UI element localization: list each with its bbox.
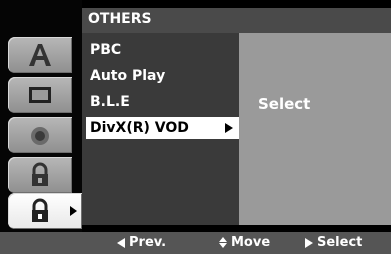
help-move: Move <box>219 235 270 250</box>
help-select: Select <box>305 235 362 250</box>
page-title: OTHERS <box>88 11 152 27</box>
menu-item-divx-vod-label: DivX(R) VOD <box>90 120 189 136</box>
submenu-select-option[interactable]: Select <box>258 95 310 113</box>
language-icon <box>29 44 51 66</box>
others-lock-icon <box>32 198 48 222</box>
menu-item-pbc[interactable]: PBC <box>90 42 121 58</box>
menu-item-divx-vod[interactable]: DivX(R) VOD <box>86 117 239 139</box>
active-tab-caret-icon <box>70 206 77 216</box>
help-prev: Prev. <box>117 235 166 250</box>
audio-icon <box>31 127 49 145</box>
tab-lock[interactable] <box>8 157 72 193</box>
display-icon <box>29 87 51 103</box>
menu-item-ble[interactable]: B.L.E <box>90 94 130 110</box>
help-prev-label: Prev. <box>129 235 167 250</box>
tab-others[interactable] <box>8 193 82 229</box>
submenu-arrow-icon <box>225 123 233 133</box>
category-tabs <box>0 0 82 232</box>
dvd-setup-screen: OTHERS PBC Auto Play B.L.E DivX(R) VOD S… <box>0 0 391 254</box>
left-arrow-icon <box>117 237 125 248</box>
up-down-arrow-icon <box>219 237 227 248</box>
tab-language[interactable] <box>8 37 72 73</box>
menu-item-auto-play[interactable]: Auto Play <box>90 68 165 84</box>
tab-audio[interactable] <box>8 117 72 153</box>
help-move-label: Move <box>231 235 271 250</box>
tab-display[interactable] <box>8 77 72 113</box>
lock-icon <box>32 162 48 186</box>
help-select-label: Select <box>317 235 363 250</box>
submenu-panel <box>239 33 391 225</box>
right-arrow-icon <box>305 237 313 248</box>
